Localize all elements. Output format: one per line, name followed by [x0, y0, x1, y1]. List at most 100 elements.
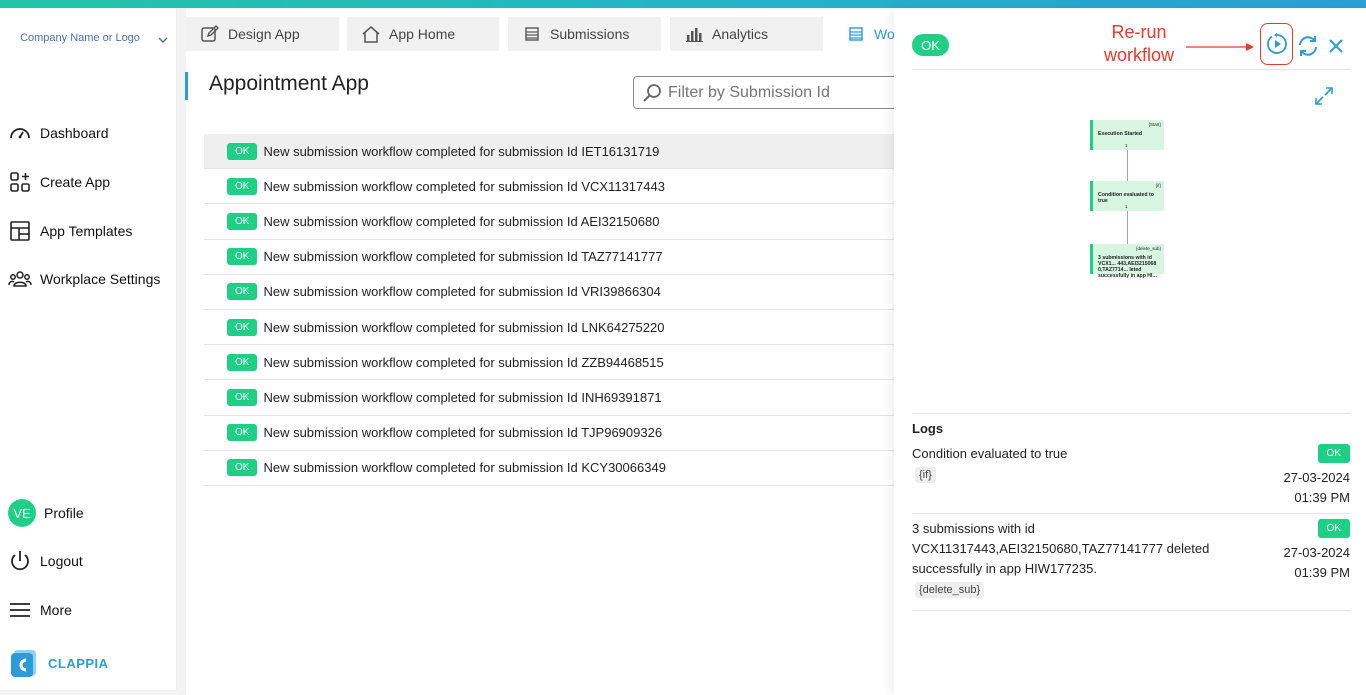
flow-node-delete-sub[interactable]: {delete_sub} 3 submissions with id VCX1.…	[1090, 244, 1164, 279]
table-row[interactable]: OK New submission workflow completed for …	[204, 451, 894, 486]
page-title-accent	[185, 72, 188, 100]
log-entry: 3 submissions with id VCX11317443,AEI321…	[912, 519, 1350, 609]
tab-app-home[interactable]: App Home	[347, 17, 499, 51]
row-text: New submission workflow completed for su…	[263, 389, 662, 405]
flow-node-text: Condition evaluated to true	[1098, 192, 1154, 204]
log-time: 01:39 PM	[1294, 490, 1350, 505]
flow-edge-label: 1	[1125, 204, 1128, 209]
sidebar-item-profile[interactable]: VE Profile	[8, 498, 84, 528]
sidebar-item-workplace-settings[interactable]: Workplace Settings	[8, 264, 160, 294]
tab-label: Wor	[874, 26, 894, 42]
divider	[912, 610, 1350, 611]
status-badge: OK	[227, 142, 258, 160]
list-icon	[525, 27, 539, 41]
status-badge: OK	[227, 353, 258, 371]
table-row[interactable]: OK New submission workflow completed for …	[204, 310, 894, 346]
rerun-workflow-button[interactable]	[1260, 23, 1293, 65]
row-text: New submission workflow completed for su…	[263, 178, 665, 194]
filter-input[interactable]	[668, 83, 888, 102]
filter-box[interactable]	[633, 76, 903, 109]
row-text: New submission workflow completed for su…	[263, 354, 664, 370]
status-badge: OK	[1317, 444, 1350, 463]
row-text: New submission workflow completed for su…	[263, 460, 666, 476]
users-icon	[8, 271, 32, 287]
table-row[interactable]: OK New submission workflow completed for …	[204, 275, 894, 310]
app-tabs: Design App App Home Submissions Analytic…	[186, 8, 894, 54]
sidebar-item-logout[interactable]: Logout	[8, 546, 83, 576]
sidebar-item-app-templates[interactable]: App Templates	[8, 216, 132, 246]
status-badge: OK	[227, 283, 258, 301]
sidebar-item-label: Workplace Settings	[40, 271, 161, 287]
status-badge: OK	[912, 34, 949, 56]
sidebar-item-dashboard[interactable]: Dashboard	[8, 118, 109, 148]
tab-label: Design App	[228, 26, 300, 42]
tab-label: Submissions	[550, 26, 630, 42]
sidebar: Company Name or Logo Dashboard Create Ap…	[0, 8, 177, 695]
row-text: New submission workflow completed for su…	[263, 213, 660, 229]
status-badge: OK	[227, 459, 258, 477]
templates-icon	[10, 221, 30, 241]
divider	[912, 69, 1350, 70]
play-circle-icon	[1266, 33, 1287, 54]
sidebar-item-label: App Templates	[40, 223, 133, 239]
table-row[interactable]: OK New submission workflow completed for …	[204, 240, 894, 275]
dashboard-icon	[10, 128, 30, 139]
workflow-detail-panel: OK Re-run workflow {Start} Execution Sta…	[894, 8, 1366, 695]
log-date: 27-03-2024	[1283, 470, 1351, 485]
table-row[interactable]: OK New submission workflow completed for …	[204, 380, 894, 416]
sidebar-footer	[0, 690, 177, 695]
chevron-down-icon[interactable]	[156, 33, 170, 47]
bar-chart-icon	[686, 28, 703, 42]
top-accent-bar	[0, 0, 1366, 8]
log-message: 3 submissions with id VCX11317443,AEI321…	[912, 521, 1210, 576]
divider	[912, 513, 1350, 514]
tab-design-app[interactable]: Design App	[186, 17, 339, 51]
search-icon	[643, 83, 661, 102]
list-icon	[849, 27, 863, 41]
rerun-annotation: Re-run workflow	[1103, 22, 1174, 65]
row-text: New submission workflow completed for su…	[263, 284, 661, 300]
log-tag: {delete_sub}	[915, 582, 985, 598]
log-tag: {if}	[915, 467, 936, 483]
flow-edge-label: 1	[1125, 143, 1128, 148]
tab-workflow[interactable]: Wor	[832, 17, 894, 51]
table-row[interactable]: OK New submission workflow completed for …	[204, 345, 894, 381]
sidebar-item-label: Dashboard	[40, 125, 109, 141]
table-row[interactable]: OK New submission workflow completed for …	[204, 134, 894, 170]
tab-submissions[interactable]: Submissions	[508, 17, 661, 51]
brand-name: CLAPPIA	[48, 655, 109, 671]
sidebar-item-create-app[interactable]: Create App	[8, 167, 110, 197]
flow-node-tag: {delete_sub}	[1135, 246, 1161, 251]
clappia-logo-icon	[11, 650, 36, 677]
flow-node-tag: {Start}	[1148, 122, 1161, 127]
status-badge: OK	[227, 388, 258, 406]
row-text: New submission workflow completed for su…	[263, 143, 660, 159]
table-row[interactable]: OK New submission workflow completed for …	[204, 204, 894, 240]
refresh-button[interactable]	[1295, 33, 1321, 59]
status-badge: OK	[1317, 519, 1350, 538]
arrow-right-icon	[1186, 43, 1254, 51]
row-text: New submission workflow completed for su…	[263, 319, 665, 335]
table-row[interactable]: OK New submission workflow completed for …	[204, 416, 894, 451]
tab-label: Analytics	[712, 26, 769, 42]
flow-node-text: Execution Started	[1098, 131, 1143, 137]
table-row[interactable]: OK New submission workflow completed for …	[204, 169, 894, 205]
sidebar-item-more[interactable]: More	[8, 595, 72, 625]
flow-edge	[1127, 150, 1128, 181]
sidebar-item-label: Create App	[40, 174, 111, 190]
edit-icon	[201, 25, 219, 42]
log-message: Condition evaluated to true	[912, 446, 1068, 461]
sidebar-item-label: More	[40, 602, 72, 618]
divider	[912, 413, 1350, 414]
tab-analytics[interactable]: Analytics	[670, 17, 823, 51]
close-button[interactable]	[1323, 33, 1349, 59]
flow-node-text: 3 submissions with id VCX1... 443,AEI321…	[1098, 255, 1157, 279]
power-icon	[11, 551, 29, 571]
company-name-selector[interactable]: Company Name or Logo	[20, 28, 140, 48]
sidebar-item-label: Profile	[44, 505, 84, 521]
status-badge: OK	[227, 424, 258, 442]
expand-icon[interactable]	[1313, 85, 1335, 107]
home-icon	[362, 26, 380, 43]
sidebar-item-label: Logout	[40, 553, 83, 569]
status-badge: OK	[227, 248, 258, 266]
